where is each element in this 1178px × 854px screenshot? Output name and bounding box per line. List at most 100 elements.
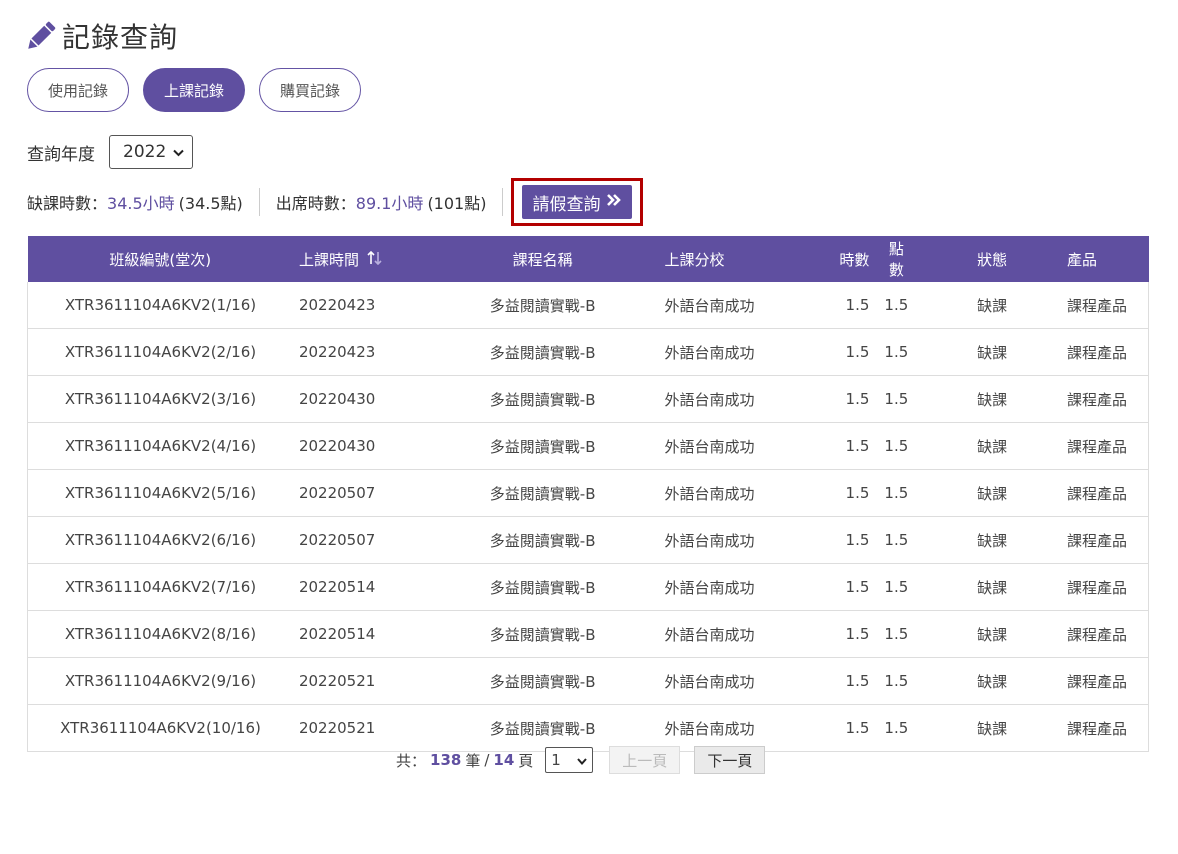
attend-points-value: (101點) <box>427 194 487 213</box>
cell-class-id: XTR3611104A6KV2(10/16) <box>26 704 293 752</box>
cell-product: 課程產品 <box>1066 469 1150 517</box>
cell-points: 1.5 <box>883 422 910 470</box>
next-page-button[interactable]: 下一頁 <box>694 746 766 774</box>
cell-hours: 1.5 <box>767 469 884 517</box>
cell-branch: 外語台南成功 <box>663 563 768 611</box>
cell-status: 缺課 <box>909 282 1067 329</box>
cell-class-time: 20220430 <box>292 422 422 470</box>
cell-hours: 1.5 <box>767 375 884 423</box>
header-hours: 時數 <box>767 236 884 282</box>
cell-status: 缺課 <box>909 375 1067 423</box>
cell-product: 課程產品 <box>1066 375 1150 423</box>
cell-status: 缺課 <box>909 563 1067 611</box>
cell-class-time: 20220507 <box>292 516 422 564</box>
cell-class-time: 20220507 <box>292 469 422 517</box>
cell-class-id: XTR3611104A6KV2(9/16) <box>26 657 293 705</box>
cell-class-time: 20220514 <box>292 610 422 658</box>
cell-course-name: 多益閱讀實戰-B <box>421 516 664 564</box>
cell-product: 課程產品 <box>1066 282 1150 329</box>
cell-status: 缺課 <box>909 328 1067 376</box>
cell-status: 缺課 <box>909 610 1067 658</box>
page-header: 記錄查詢 <box>26 16 178 56</box>
absent-hours-value: 34.5小時 <box>107 194 175 213</box>
tab-purchase-records[interactable]: 購買記錄 <box>259 68 362 112</box>
cell-class-time: 20220430 <box>292 375 422 423</box>
cell-course-name: 多益閱讀實戰-B <box>421 704 664 752</box>
table-row: XTR3611104A6KV2(9/16) 20220521 多益閱讀實戰-B 外語台… <box>26 657 1150 705</box>
cell-class-id: XTR3611104A6KV2(8/16) <box>26 610 293 658</box>
cell-hours: 1.5 <box>767 328 884 376</box>
table-row: XTR3611104A6KV2(10/16) 20220521 多益閱讀實戰-B 外語… <box>26 704 1150 752</box>
cell-class-time: 20220521 <box>292 657 422 705</box>
cell-points: 1.5 <box>883 375 910 423</box>
cell-class-id: XTR3611104A6KV2(5/16) <box>26 469 293 517</box>
cell-product: 課程產品 <box>1066 704 1150 752</box>
cell-course-name: 多益閱讀實戰-B <box>421 610 664 658</box>
header-product: 產品 <box>1066 236 1149 282</box>
cell-points: 1.5 <box>883 704 910 752</box>
cell-product: 課程產品 <box>1066 610 1150 658</box>
cell-points: 1.5 <box>883 469 910 517</box>
cell-course-name: 多益閱讀實戰-B <box>421 563 664 611</box>
cell-branch: 外語台南成功 <box>663 422 768 470</box>
record-tabs: 使用記錄 上課記錄 購買記錄 <box>27 68 362 112</box>
tab-class-records[interactable]: 上課記錄 <box>143 68 246 112</box>
cell-course-name: 多益閱讀實戰-B <box>421 422 664 470</box>
header-class-time-label: 上課時間 <box>298 250 359 269</box>
cell-branch: 外語台南成功 <box>663 282 768 329</box>
cell-class-time: 20220521 <box>292 704 422 752</box>
page-title: 記錄查詢 <box>62 21 179 54</box>
cell-hours: 1.5 <box>767 704 884 752</box>
pagination-total-prefix: 共： <box>396 751 427 770</box>
double-chevron-right-icon <box>606 192 622 212</box>
table-row: XTR3611104A6KV2(4/16) 20220430 多益閱讀實戰-B 外語台… <box>26 422 1150 470</box>
attend-hours-value: 89.1小時 <box>355 194 424 213</box>
leave-query-button[interactable]: 請假查詢 <box>522 185 633 219</box>
table-row: XTR3611104A6KV2(8/16) 20220514 多益閱讀實戰-B 外語台… <box>26 610 1150 658</box>
cell-class-time: 20220423 <box>292 282 422 329</box>
cell-branch: 外語台南成功 <box>663 375 768 423</box>
leave-query-label: 請假查詢 <box>532 194 601 215</box>
cell-status: 缺課 <box>909 469 1067 517</box>
cell-points: 1.5 <box>883 610 910 658</box>
cell-branch: 外語台南成功 <box>663 328 768 376</box>
table-row: XTR3611104A6KV2(7/16) 20220514 多益閱讀實戰-B 外語台… <box>26 563 1150 611</box>
table-row: XTR3611104A6KV2(3/16) 20220430 多益閱讀實戰-B 外語台… <box>26 375 1150 423</box>
cell-product: 課程產品 <box>1066 563 1150 611</box>
year-select[interactable]: 2022 <box>109 135 193 169</box>
cell-product: 課程產品 <box>1066 328 1150 376</box>
cell-course-name: 多益閱讀實戰-B <box>421 469 664 517</box>
cell-course-name: 多益閱讀實戰-B <box>421 375 664 423</box>
cell-class-id: XTR3611104A6KV2(1/16) <box>26 282 293 329</box>
prev-page-button[interactable]: 上一頁 <box>609 746 681 774</box>
pagination-records-unit: 筆 <box>465 751 481 770</box>
page-select[interactable]: 1 <box>545 747 594 773</box>
chevron-down-icon <box>173 142 184 162</box>
stats-divider <box>502 188 504 216</box>
header-points: 點數 <box>883 236 910 282</box>
cell-hours: 1.5 <box>767 563 884 611</box>
page-select-value: 1 <box>551 751 561 769</box>
tab-usage-records[interactable]: 使用記錄 <box>27 68 130 112</box>
year-filter: 查詢年度 2022 <box>27 135 193 169</box>
cell-points: 1.5 <box>883 516 910 564</box>
year-filter-label: 查詢年度 <box>27 144 95 165</box>
pagination-pages-unit: 頁 <box>518 751 534 770</box>
header-course-name: 課程名稱 <box>421 236 664 282</box>
absent-points-value: (34.5點) <box>178 194 243 213</box>
header-status: 狀態 <box>909 236 1067 282</box>
cell-class-id: XTR3611104A6KV2(6/16) <box>26 516 293 564</box>
pagination: 共： 138 筆 / 14 頁 1 上一頁 下一頁 <box>396 746 766 774</box>
cell-points: 1.5 <box>883 328 910 376</box>
cell-branch: 外語台南成功 <box>663 610 768 658</box>
sort-icon[interactable] <box>363 250 383 269</box>
pagination-total-records: 138 <box>430 751 462 769</box>
cell-hours: 1.5 <box>767 282 884 329</box>
header-class-time[interactable]: 上課時間 <box>292 236 422 282</box>
pagination-total-pages: 14 <box>493 751 515 769</box>
header-branch: 上課分校 <box>663 236 768 282</box>
cell-class-id: XTR3611104A6KV2(2/16) <box>26 328 293 376</box>
cell-status: 缺課 <box>909 704 1067 752</box>
attend-hours-label: 出席時數： <box>275 194 356 213</box>
table-body: XTR3611104A6KV2(1/16) 20220423 多益閱讀實戰-B 外語台… <box>26 282 1150 752</box>
